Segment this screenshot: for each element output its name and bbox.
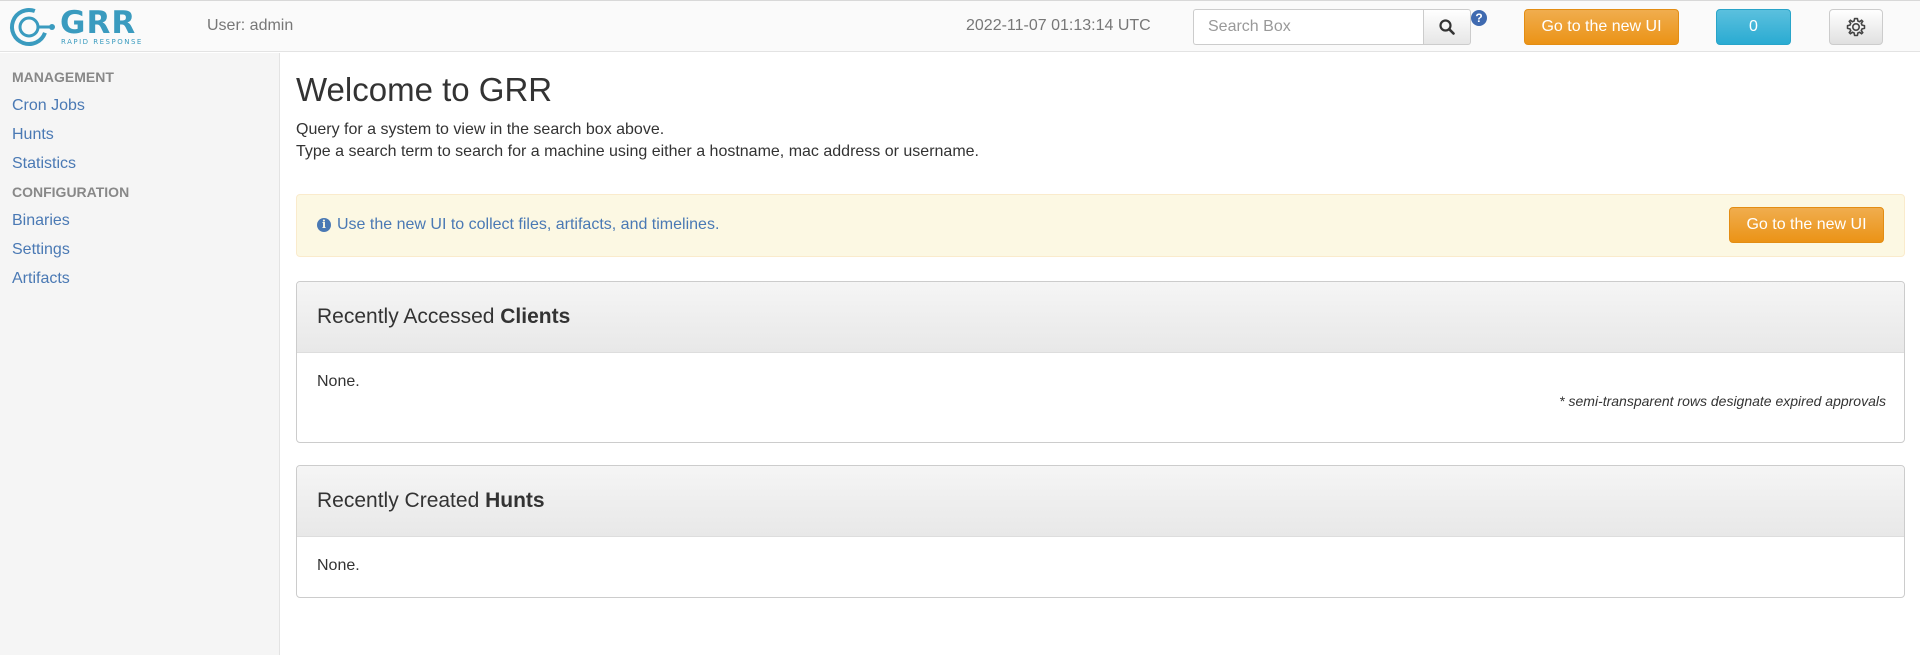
notifications-button[interactable]: 0 <box>1716 9 1791 45</box>
recent-clients-panel: Recently Accessed Clients None. * semi-t… <box>296 281 1905 443</box>
sidebar-item-statistics[interactable]: Statistics <box>12 155 76 173</box>
alert-message: i Use the new UI to collect files, artif… <box>317 216 719 234</box>
recent-hunts-empty: None. <box>317 557 360 574</box>
logo-subtitle: RAPID RESPONSE <box>61 38 143 46</box>
gear-icon <box>1846 17 1866 37</box>
search-button[interactable] <box>1423 9 1471 45</box>
recent-clients-title-bold: Clients <box>500 305 571 328</box>
sidebar-item-artifacts[interactable]: Artifacts <box>12 270 70 288</box>
recent-hunts-panel: Recently Created Hunts None. <box>296 465 1905 598</box>
nav-section-configuration: CONFIGURATION <box>12 184 130 200</box>
recent-clients-body: None. * semi-transparent rows designate … <box>297 353 1904 411</box>
welcome-description-line2: Type a search term to search for a machi… <box>296 143 979 160</box>
logo-name: GRR <box>60 5 137 41</box>
sidebar-item-binaries[interactable]: Binaries <box>12 212 70 230</box>
sidebar-item-settings[interactable]: Settings <box>12 241 70 259</box>
page-title: Welcome to GRR <box>296 71 553 108</box>
grr-logo[interactable]: GRR RAPID RESPONSE <box>8 6 148 48</box>
search-input[interactable] <box>1193 9 1423 45</box>
recent-hunts-heading: Recently Created Hunts <box>297 466 1904 537</box>
expired-approvals-note: * semi-transparent rows designate expire… <box>1559 393 1886 409</box>
recent-hunts-title-prefix: Recently Created <box>317 489 486 512</box>
nav-section-management: MANAGEMENT <box>12 69 114 85</box>
sidebar-nav: MANAGEMENT Cron Jobs Hunts Statistics CO… <box>0 53 280 655</box>
alert-go-to-new-ui-button[interactable]: Go to the new UI <box>1729 207 1884 243</box>
grr-logo-icon <box>10 8 55 46</box>
recent-clients-title-prefix: Recently Accessed <box>317 305 501 328</box>
recent-clients-heading: Recently Accessed Clients <box>297 282 1904 353</box>
recent-hunts-body: None. <box>297 537 1904 595</box>
search-icon <box>1439 19 1455 35</box>
new-ui-alert: i Use the new UI to collect files, artif… <box>296 194 1905 257</box>
recent-hunts-title-bold: Hunts <box>485 489 545 512</box>
go-to-new-ui-button[interactable]: Go to the new UI <box>1524 9 1679 45</box>
settings-button[interactable] <box>1829 9 1883 45</box>
recent-clients-empty: None. <box>317 373 360 390</box>
current-user: User: admin <box>207 17 294 34</box>
server-time: 2022-11-07 01:13:14 UTC <box>966 17 1151 34</box>
sidebar-item-cron-jobs[interactable]: Cron Jobs <box>12 97 85 115</box>
info-icon: i <box>317 218 331 232</box>
help-icon[interactable]: ? <box>1471 10 1487 26</box>
search-form <box>1193 9 1471 45</box>
welcome-description-line1: Query for a system to view in the search… <box>296 121 665 138</box>
sidebar-item-hunts[interactable]: Hunts <box>12 126 54 144</box>
top-navbar: GRR RAPID RESPONSE User: admin 2022-11-0… <box>0 0 1920 52</box>
alert-text: Use the new UI to collect files, artifac… <box>337 216 720 233</box>
